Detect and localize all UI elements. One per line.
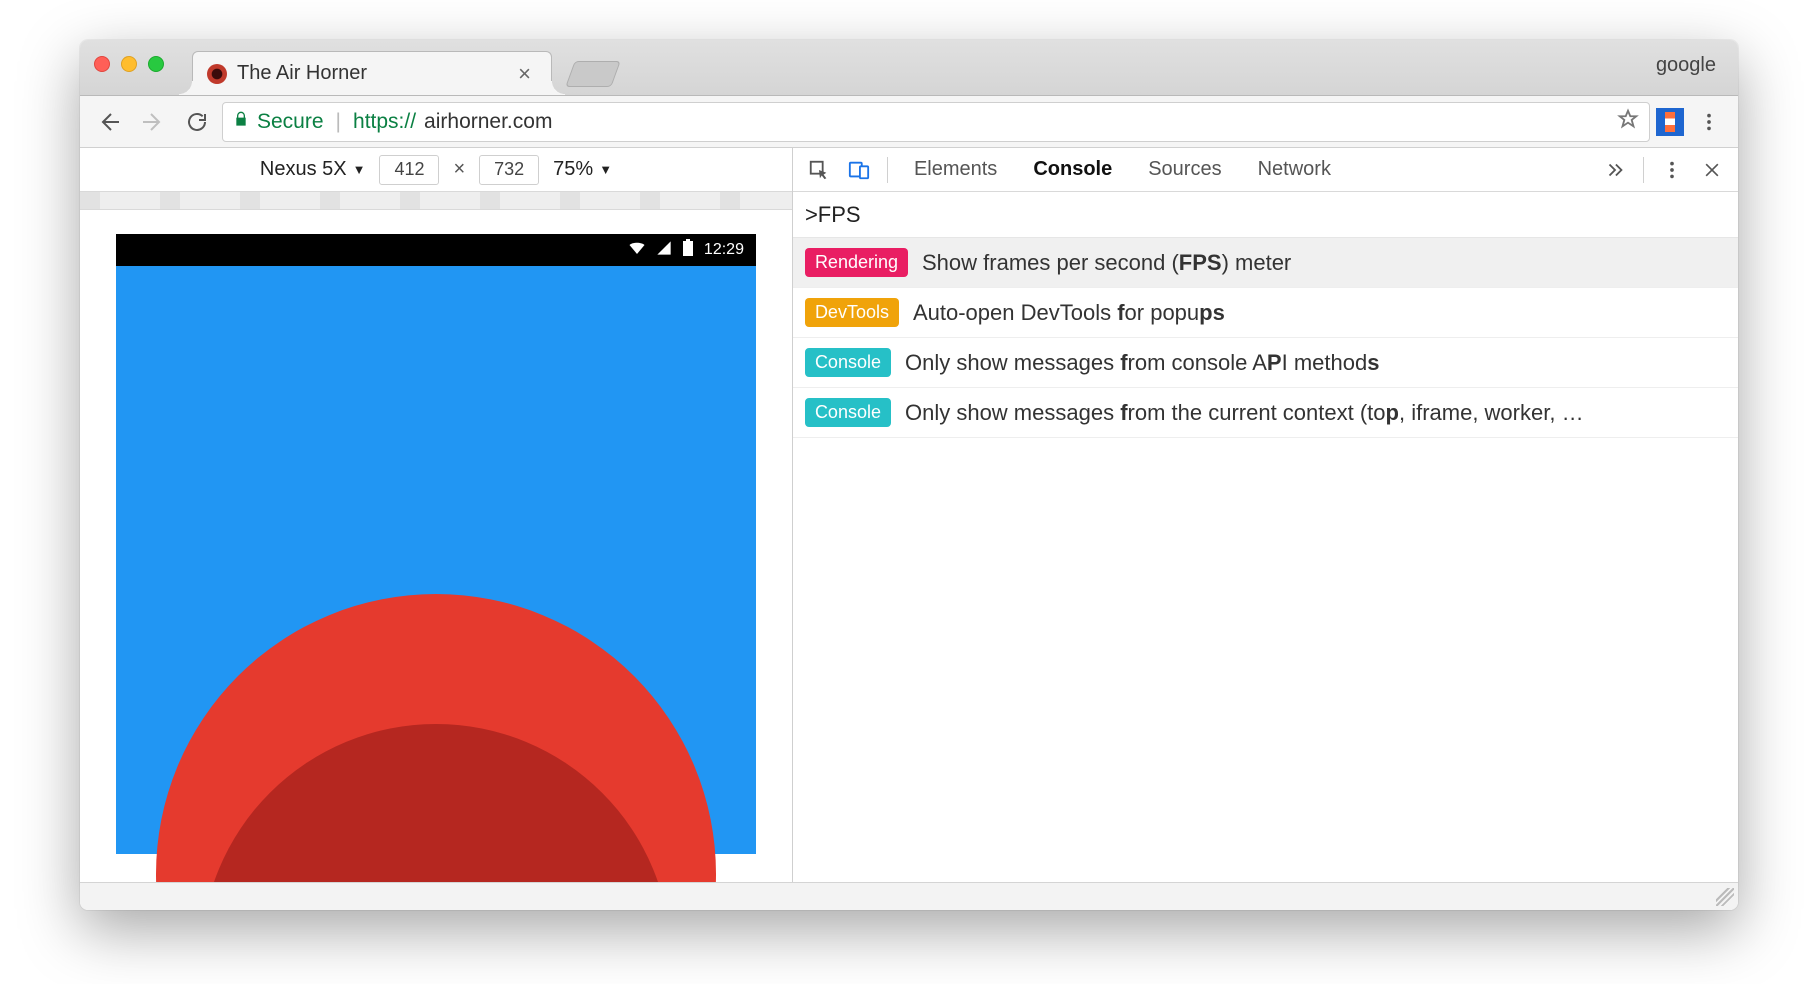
profile-label[interactable]: google [1656, 54, 1716, 77]
width-ruler[interactable] [80, 192, 792, 210]
divider [887, 157, 888, 183]
suggestion-category-badge: DevTools [805, 298, 899, 327]
url-host: airhorner.com [424, 110, 552, 134]
kebab-icon [1661, 159, 1683, 181]
lighthouse-extension-icon[interactable] [1656, 108, 1684, 136]
close-window-button[interactable] [94, 56, 110, 72]
browser-window: The Air Horner × google Secure | https:/… [80, 40, 1738, 910]
kebab-icon [1698, 111, 1720, 133]
device-name: Nexus 5X [260, 158, 347, 181]
devtools-tabbar: ElementsConsoleSourcesNetwork [793, 148, 1738, 192]
zoom-select[interactable]: 75% ▼ [553, 158, 612, 181]
emulated-viewport: 12:29 [80, 210, 792, 882]
new-tab-button[interactable] [565, 61, 620, 87]
reload-button[interactable] [178, 103, 216, 141]
address-bar[interactable]: Secure | https:// airhorner.com [222, 102, 1650, 142]
resize-handle[interactable] [1716, 888, 1734, 906]
more-tabs-button[interactable] [1595, 150, 1635, 190]
suggestion-category-badge: Rendering [805, 248, 908, 277]
devtools-close-button[interactable] [1692, 150, 1732, 190]
android-status-bar: 12:29 [116, 234, 756, 266]
command-suggestion[interactable]: DevTools Auto-open DevTools for popups [793, 288, 1738, 338]
tab-title: The Air Horner [237, 62, 367, 85]
arrow-left-icon [97, 110, 121, 134]
command-suggestion[interactable]: Console Only show messages from the curre… [793, 388, 1738, 438]
arrow-right-icon [141, 110, 165, 134]
viewport-width-input[interactable] [379, 155, 439, 185]
chevrons-right-icon [1604, 159, 1626, 181]
tab-close-button[interactable]: × [512, 61, 537, 87]
device-mode-pane: Nexus 5X ▼ × 75% ▼ [80, 148, 793, 882]
bookmark-star-icon[interactable] [1617, 108, 1639, 136]
page-content[interactable]: 12:29 [116, 234, 756, 854]
devtools-tab-elements[interactable]: Elements [896, 148, 1015, 191]
browser-tab[interactable]: The Air Horner × [192, 51, 552, 95]
secure-label: Secure [257, 110, 324, 134]
forward-button[interactable] [134, 103, 172, 141]
devtools-menu-button[interactable] [1652, 150, 1692, 190]
command-suggestions: Rendering Show frames per second (FPS) me… [793, 238, 1738, 438]
devtools-tab-console[interactable]: Console [1015, 148, 1130, 191]
chevron-down-icon: ▼ [599, 162, 612, 177]
suggestion-category-badge: Console [805, 348, 891, 377]
dimension-x: × [453, 158, 465, 181]
content-split: Nexus 5X ▼ × 75% ▼ [80, 148, 1738, 882]
close-icon [1702, 160, 1722, 180]
suggestion-text: Only show messages from console API meth… [905, 350, 1379, 376]
device-toolbar: Nexus 5X ▼ × 75% ▼ [80, 148, 792, 192]
suggestion-text: Auto-open DevTools for popups [913, 300, 1225, 326]
back-button[interactable] [90, 103, 128, 141]
suggestion-text: Show frames per second (FPS) meter [922, 250, 1291, 276]
toggle-device-toolbar-button[interactable] [839, 150, 879, 190]
clock-time: 12:29 [704, 241, 744, 259]
window-controls [94, 56, 164, 72]
toolbar: Secure | https:// airhorner.com [80, 96, 1738, 148]
battery-icon [682, 239, 694, 262]
minimize-window-button[interactable] [121, 56, 137, 72]
devtools-pane: ElementsConsoleSourcesNetwork >FPS [793, 148, 1738, 882]
suggestion-category-badge: Console [805, 398, 891, 427]
window-footer [80, 882, 1738, 910]
command-menu-input[interactable]: >FPS [793, 192, 1738, 238]
tab-favicon [207, 64, 227, 84]
inspect-element-button[interactable] [799, 150, 839, 190]
chevron-down-icon: ▼ [353, 162, 366, 177]
inspect-icon [808, 159, 830, 181]
zoom-value: 75% [553, 158, 593, 181]
url-protocol: https:// [353, 110, 416, 134]
lock-icon [233, 111, 249, 132]
command-suggestion[interactable]: Console Only show messages from console A… [793, 338, 1738, 388]
wifi-icon [628, 239, 646, 262]
devtools-tab-sources[interactable]: Sources [1130, 148, 1239, 191]
reload-icon [185, 110, 209, 134]
devices-icon [848, 159, 870, 181]
device-select[interactable]: Nexus 5X ▼ [260, 158, 366, 181]
divider [1643, 157, 1644, 183]
command-suggestion[interactable]: Rendering Show frames per second (FPS) me… [793, 238, 1738, 288]
titlebar: The Air Horner × google [80, 40, 1738, 96]
devtools-tab-network[interactable]: Network [1240, 148, 1349, 191]
viewport-height-input[interactable] [479, 155, 539, 185]
separator: | [336, 110, 341, 134]
maximize-window-button[interactable] [148, 56, 164, 72]
suggestion-text: Only show messages from the current cont… [905, 400, 1584, 426]
signal-icon [656, 240, 672, 261]
browser-menu-button[interactable] [1690, 111, 1728, 133]
command-input-value: >FPS [805, 202, 861, 228]
